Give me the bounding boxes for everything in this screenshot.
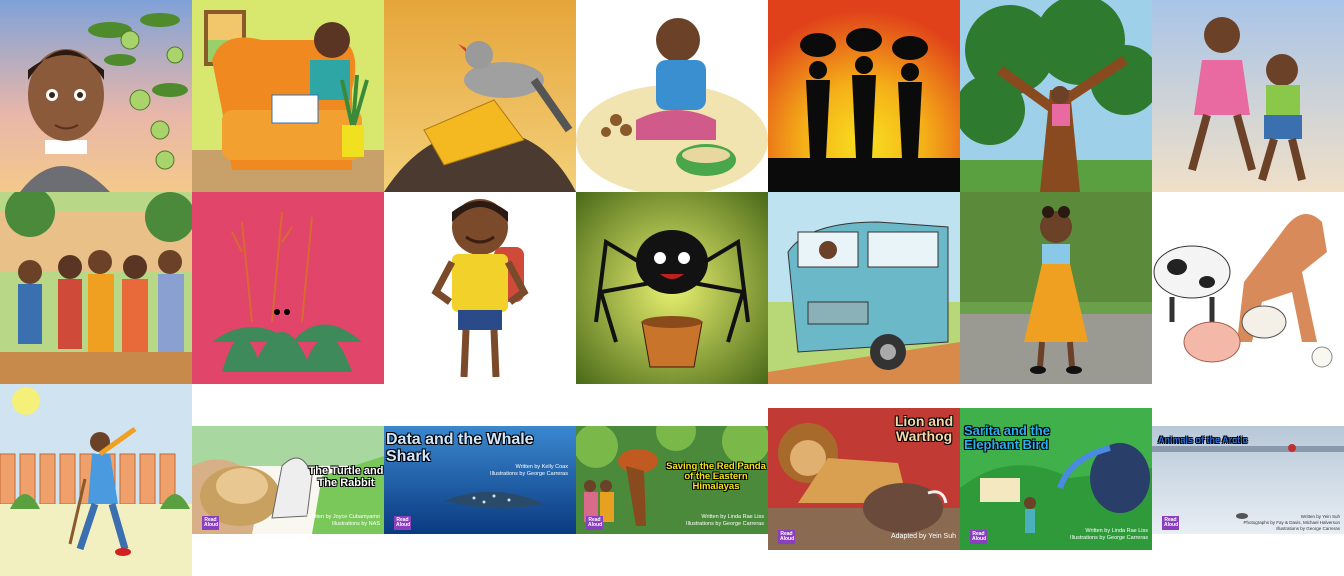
read-aloud-badge: Read Aloud — [970, 530, 987, 544]
read-aloud-badge: Read Aloud — [394, 516, 411, 530]
book-cover-turtle-rabbit[interactable]: The Turtle and The Rabbit Written by Joy… — [192, 426, 384, 534]
women-silhouette-sunset-illustration[interactable] — [768, 0, 960, 192]
farm-animals-illustration[interactable] — [1152, 192, 1344, 384]
read-aloud-badge: Read Aloud — [586, 516, 603, 530]
boy-reading-armchair-illustration[interactable] — [192, 0, 384, 192]
cover-byline: Written by Kelly Coax Illustrations by Ge… — [490, 464, 568, 478]
girls-dancing-illustration[interactable] — [1152, 0, 1344, 192]
book-cover-arctic[interactable]: Animals of the Arctic Written by Yein Su… — [1152, 426, 1344, 534]
spider-on-pot-illustration[interactable] — [576, 192, 768, 384]
cover-title: Data and the Whale Shark — [386, 431, 534, 465]
bird-honeycomb-illustration[interactable] — [384, 0, 576, 192]
cover-byline: Written by Joyce Cubamyamo Illustrations … — [306, 514, 380, 528]
smiling-boy-backpack-illustration[interactable] — [384, 192, 576, 384]
book-cover-whale-shark[interactable]: Data and the Whale Shark Written by Kell… — [384, 426, 576, 534]
cover-title: Sarita and the Elephant Bird — [964, 423, 1050, 452]
read-aloud-badge: Read Aloud — [778, 530, 795, 544]
book-cover-lion-warthog[interactable]: Lion and Warthog Adapted by Yein Suh Rea… — [768, 408, 960, 550]
village-crowd-illustration[interactable] — [0, 192, 192, 384]
girl-orange-tree-illustration[interactable] — [0, 0, 192, 192]
cover-byline: Adapted by Yein Suh — [890, 533, 956, 540]
cover-title: Saving the Red Panda of the Eastern Hima… — [666, 461, 766, 492]
girl-in-tree-illustration[interactable] — [960, 0, 1152, 192]
cover-title: Animals of the Arctic — [1158, 435, 1248, 445]
girl-orange-dress-illustration[interactable] — [960, 192, 1152, 384]
book-cover-red-panda[interactable]: Saving the Red Panda of the Eastern Hima… — [576, 426, 768, 534]
cover-title: Lion and Warthog — [894, 413, 954, 444]
cover-byline: Written by Linda Rae Liss Illustrations b… — [686, 514, 764, 528]
read-aloud-badge: Read Aloud — [202, 516, 219, 530]
leopard-in-bushes-illustration[interactable] — [192, 192, 384, 384]
minibus-taxi-illustration[interactable] — [768, 192, 960, 384]
cover-byline: Written by Linda Rae Liss Illustrations b… — [1070, 528, 1148, 542]
girl-cooking-nuts-illustration[interactable] — [576, 0, 768, 192]
book-cover-elephant-bird[interactable]: Sarita and the Elephant Bird Written by … — [960, 408, 1152, 550]
read-aloud-badge: Read Aloud — [1162, 516, 1179, 530]
gardener-fence-illustration[interactable] — [0, 384, 192, 576]
cover-title: The Turtle and The Rabbit — [308, 465, 384, 489]
cover-byline: Written by Yein Suh Photographs by Fay & … — [1243, 514, 1340, 532]
